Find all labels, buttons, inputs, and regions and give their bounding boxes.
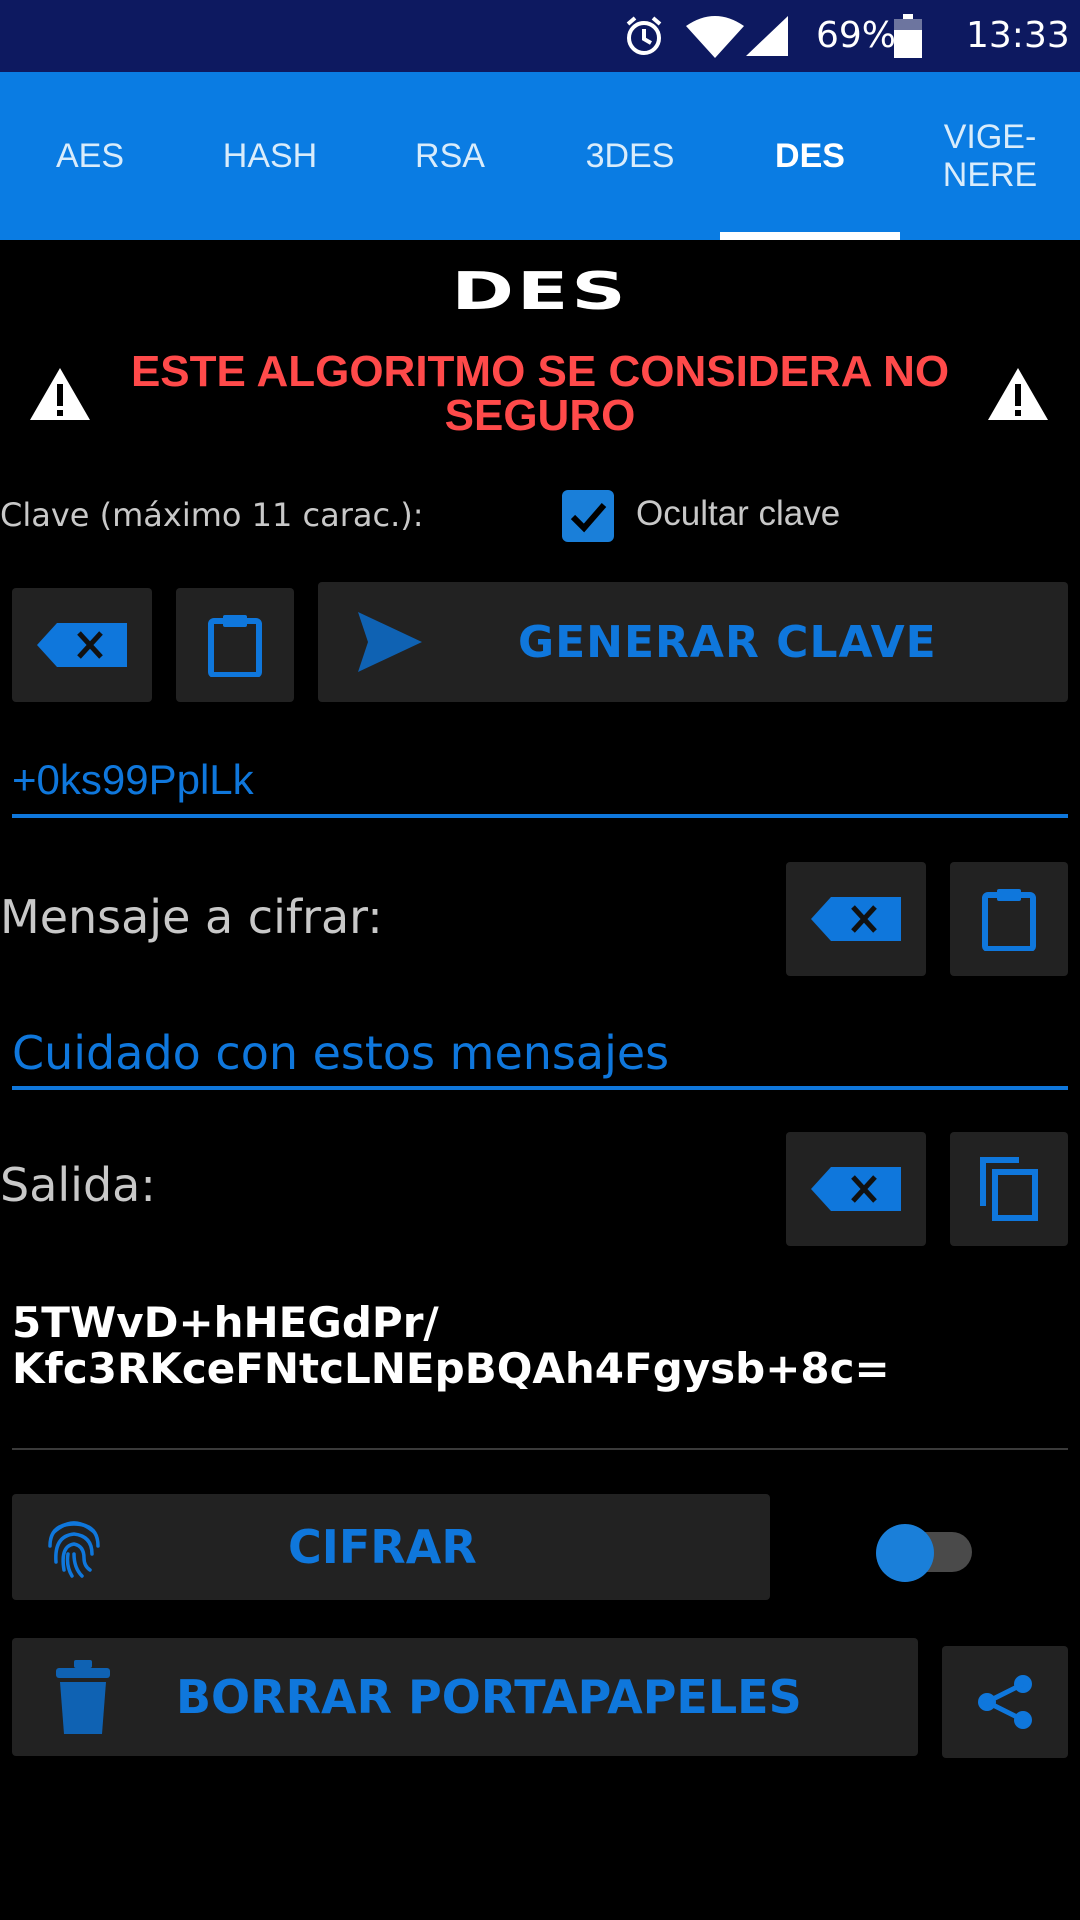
active-tab-indicator: [720, 232, 900, 240]
page-title: DES: [451, 262, 629, 322]
status-bar: 69% 13:33: [0, 0, 1080, 72]
output-label: Salida:: [0, 1158, 156, 1212]
send-icon: [358, 612, 422, 672]
tab-hash[interactable]: HASH: [180, 72, 360, 240]
clear-message-button[interactable]: [786, 862, 926, 976]
output-divider: [12, 1448, 1068, 1450]
tab-des[interactable]: DES: [720, 72, 900, 240]
share-icon: [978, 1675, 1032, 1729]
backspace-icon: [811, 897, 901, 941]
alarm-icon: [626, 16, 662, 55]
paste-key-button[interactable]: [176, 588, 294, 702]
clipboard-icon: [208, 615, 262, 677]
clock: 13:33: [966, 15, 1070, 56]
key-label: Clave (máximo 11 carac.):: [0, 496, 424, 534]
warning-icon-left: [30, 368, 90, 420]
hide-key-checkbox[interactable]: [562, 490, 614, 542]
mode-toggle-thumb[interactable]: [876, 1524, 934, 1582]
clear-key-button[interactable]: [12, 588, 152, 702]
fingerprint-icon: [48, 1521, 100, 1578]
clear-clipboard-button[interactable]: BORRAR PORTAPAPELES: [12, 1638, 918, 1756]
warning-message: ESTE ALGORITMO SE CONSIDERA NO SEGURO: [130, 347, 950, 440]
warning-icon-right: [988, 368, 1048, 420]
battery-icon: [894, 14, 922, 58]
key-input[interactable]: +0ks99PplLk: [12, 756, 254, 804]
tab-rsa[interactable]: RSA: [360, 72, 540, 240]
clear-clipboard-label: BORRAR PORTAPAPELES: [176, 1670, 802, 1724]
copy-icon: [980, 1157, 1038, 1221]
message-label: Mensaje a cifrar:: [0, 890, 383, 944]
generate-key-label: GENERAR CLAVE: [518, 616, 937, 668]
message-input[interactable]: Cuidado con estos mensajes: [12, 1026, 669, 1080]
clipboard-icon: [982, 889, 1036, 951]
hide-key-label[interactable]: Ocultar clave: [636, 494, 840, 534]
signal-icon: [746, 16, 788, 56]
tab-vigenere[interactable]: VIGE- NERE: [900, 72, 1080, 240]
message-input-underline: [12, 1086, 1068, 1090]
paste-message-button[interactable]: [950, 862, 1068, 976]
encrypt-button[interactable]: CIFRAR: [12, 1494, 770, 1600]
key-input-underline: [12, 814, 1068, 818]
encrypt-label: CIFRAR: [288, 1520, 477, 1574]
generate-key-button[interactable]: GENERAR CLAVE: [318, 582, 1068, 702]
output-text: 5TWvD+hHEGdPr/ Kfc3RKceFNtcLNEpBQAh4Fgys…: [12, 1298, 890, 1393]
clear-output-button[interactable]: [786, 1132, 926, 1246]
backspace-icon: [37, 623, 127, 667]
tab-3des[interactable]: 3DES: [540, 72, 720, 240]
wifi-icon: [686, 16, 744, 58]
share-button[interactable]: [942, 1646, 1068, 1758]
trash-icon: [56, 1660, 110, 1734]
copy-output-button[interactable]: [950, 1132, 1068, 1246]
tab-aes[interactable]: AES: [0, 72, 180, 240]
check-icon: [570, 503, 607, 533]
battery-percent: 69%: [816, 15, 897, 56]
backspace-icon: [811, 1167, 901, 1211]
